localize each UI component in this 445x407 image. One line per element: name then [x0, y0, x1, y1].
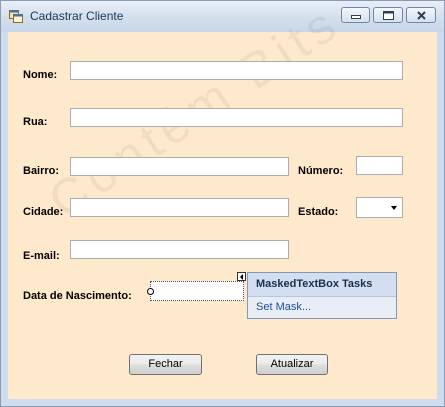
close-icon	[417, 11, 426, 20]
title-bar[interactable]: Cadastrar Cliente	[1, 1, 444, 32]
bairro-input[interactable]	[70, 157, 289, 176]
form-window: Cadastrar Cliente Contém Bits Nome: Rua:…	[0, 0, 445, 407]
tasks-header-title: MaskedTextBox Tasks	[256, 278, 373, 290]
rua-label: Rua:	[23, 116, 48, 128]
smart-tag-arrow-icon	[240, 274, 243, 280]
bairro-label: Bairro:	[23, 165, 60, 177]
atualizar-button[interactable]: Atualizar	[256, 354, 328, 375]
cidade-label: Cidade:	[23, 206, 64, 218]
nome-label: Nome:	[23, 69, 58, 81]
cidade-input[interactable]	[70, 198, 289, 217]
email-label: E-mail:	[23, 250, 60, 262]
tasks-header: MaskedTextBox Tasks	[248, 273, 396, 297]
email-input[interactable]	[70, 240, 289, 259]
maximize-icon	[383, 11, 394, 20]
masked-textbox-tasks-panel: MaskedTextBox Tasks Set Mask...	[247, 272, 397, 319]
fechar-button[interactable]: Fechar	[129, 354, 202, 375]
estado-label: Estado:	[298, 206, 339, 218]
dropdown-arrow-icon[interactable]	[391, 206, 397, 210]
nascimento-masked-input[interactable]	[150, 281, 244, 301]
rua-input[interactable]	[70, 108, 403, 127]
minimize-icon	[351, 15, 361, 19]
nome-input[interactable]	[70, 61, 403, 80]
smart-tag-glyph[interactable]	[237, 272, 246, 281]
form-app-icon	[9, 10, 23, 23]
nascimento-label: Data de Nascimento:	[23, 290, 132, 302]
close-button[interactable]	[406, 7, 436, 23]
resize-handle[interactable]	[147, 288, 154, 295]
form-client-area: Contém Bits Nome: Rua: Bairro: Número: C…	[8, 0, 437, 399]
window-title: Cadastrar Cliente	[30, 9, 124, 23]
numero-label: Número:	[298, 165, 344, 177]
minimize-button[interactable]	[341, 7, 370, 23]
set-mask-link[interactable]: Set Mask...	[256, 301, 311, 313]
estado-select[interactable]	[356, 197, 403, 218]
maximize-button[interactable]	[373, 7, 403, 23]
numero-input[interactable]	[356, 156, 403, 175]
window-bottom-border	[1, 399, 444, 406]
